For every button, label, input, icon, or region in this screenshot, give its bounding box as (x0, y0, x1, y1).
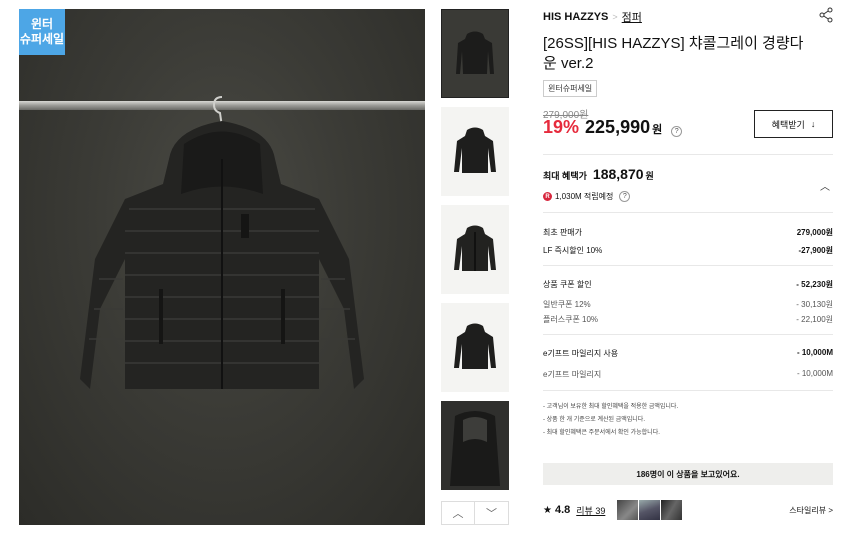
price-row: 19% 225,990 원 ? (543, 117, 683, 138)
sale-tag: 윈터슈퍼세일 (543, 80, 598, 97)
discount-rate: 19% (543, 117, 580, 137)
divider (543, 265, 833, 266)
review-thumbnails (617, 500, 683, 520)
chevron-up-icon[interactable]: ︿ (820, 178, 830, 193)
breadcrumb: HIS HAZZYS > 점퍼 (543, 9, 642, 25)
breakdown-subrow: 플러스쿠폰 10% - 22,100원 (543, 314, 833, 325)
thumbnail-4[interactable] (441, 303, 509, 392)
points-row: R 1,030M 적립예정 ? (543, 191, 631, 202)
breakdown-value: - 22,100원 (796, 315, 833, 324)
max-benefit-unit: 원 (645, 171, 654, 181)
thumbnail-nav: ︿ ﹀ (441, 501, 509, 525)
breakdown-row: LF 즉시할인 10% -27,900원 (543, 245, 833, 256)
review-thumbnail[interactable] (661, 500, 683, 520)
max-benefit-row: 최대 혜택가 188,870 원 (543, 166, 654, 182)
breakdown-label: e기프트 마일리지 (543, 370, 602, 379)
review-thumbnail[interactable] (639, 500, 661, 520)
points-help-icon[interactable]: ? (619, 191, 631, 202)
thumbnail-3[interactable] (441, 205, 509, 294)
thumbnail-5[interactable] (441, 401, 509, 490)
sale-badge-line2: 슈퍼세일 (19, 32, 65, 46)
divider (543, 154, 833, 155)
review-row: ★ 4.8 리뷰 39 스타일리뷰 > (543, 500, 833, 520)
price-note: - 상품 한 개 기준으로 계산된 금액입니다. (543, 417, 645, 423)
download-icon: ↓ (810, 119, 816, 129)
thumbnail-list (441, 9, 509, 499)
breakdown-value: - 10,000M (796, 369, 833, 378)
thumbnail-1[interactable] (441, 9, 509, 98)
get-benefit-label: 혜택받기 (771, 119, 805, 130)
sale-price: 225,990 (585, 117, 651, 137)
breakdown-row: 상품 쿠폰 할인 - 52,230원 (543, 279, 833, 290)
star-icon: ★ (543, 504, 552, 516)
breakdown-label: 일반쿠폰 12% (543, 300, 591, 309)
rating-value: 4.8 (554, 504, 571, 516)
breadcrumb-separator: > (612, 12, 618, 22)
breakdown-subrow: 일반쿠폰 12% - 30,130원 (543, 299, 833, 310)
get-benefit-button[interactable]: 혜택받기 ↓ (754, 110, 833, 138)
breakdown-value: - 30,130원 (796, 300, 833, 309)
breakdown-label: 플러스쿠폰 10% (543, 315, 599, 324)
points-text: 1,030M 적립예정 (555, 192, 614, 201)
viewers-banner: 186명이 이 상품을 보고있어요. (543, 463, 833, 485)
breakdown-row: e기프트 마일리지 사용 - 10,000M (543, 348, 833, 359)
sale-badge: 윈터 슈퍼세일 (19, 9, 65, 55)
breakdown-value: - 52,230원 (796, 280, 833, 289)
price-note: - 최대 할인혜택은 주문서에서 확인 가능합니다. (543, 430, 660, 436)
price-note: - 고객님이 보유한 최대 할인혜택을 적용한 금액입니다. (543, 404, 679, 410)
breakdown-label: e기프트 마일리지 사용 (543, 349, 619, 358)
breakdown-label: 최초 판매가 (543, 228, 583, 237)
max-benefit-label: 최대 혜택가 (543, 171, 587, 181)
thumbnail-2[interactable] (441, 107, 509, 196)
breakdown-value: 279,000원 (796, 228, 833, 237)
reward-icon: R (543, 192, 552, 201)
price-unit: 원 (652, 124, 663, 136)
price-notes: - 고객님이 보유한 최대 할인혜택을 적용한 금액입니다. - 상품 한 개 … (543, 401, 678, 440)
divider (543, 390, 833, 391)
price-help-icon[interactable]: ? (671, 126, 683, 137)
review-thumbnail[interactable] (617, 500, 639, 520)
product-main-image[interactable] (19, 9, 425, 525)
breakdown-label: 상품 쿠폰 할인 (543, 280, 592, 289)
sale-badge-line1: 윈터 (30, 17, 54, 31)
brand-link[interactable]: HIS HAZZYS (543, 11, 608, 23)
product-title: [26SS][HIS HAZZYS] 챠콜그레이 경량다운 ver.2 (543, 35, 804, 72)
review-link[interactable]: 리뷰 39 (576, 504, 605, 517)
divider (543, 212, 833, 213)
breakdown-row: 최초 판매가 279,000원 (543, 227, 833, 238)
divider (543, 334, 833, 335)
breakdown-value: -27,900원 (798, 246, 834, 255)
share-icon[interactable] (818, 7, 834, 23)
jacket-illustration (80, 96, 364, 389)
breakdown-subrow: e기프트 마일리지 - 10,000M (543, 369, 833, 380)
style-review-link[interactable]: 스타일리뷰 > (789, 505, 833, 516)
breakdown-label: LF 즉시할인 10% (543, 246, 603, 255)
max-benefit-value: 188,870 (592, 166, 644, 182)
thumb-up-button[interactable]: ︿ (441, 501, 475, 525)
breakdown-value: - 10,000M (796, 348, 833, 357)
thumb-down-button[interactable]: ﹀ (475, 501, 509, 525)
category-link[interactable]: 점퍼 (622, 9, 642, 25)
